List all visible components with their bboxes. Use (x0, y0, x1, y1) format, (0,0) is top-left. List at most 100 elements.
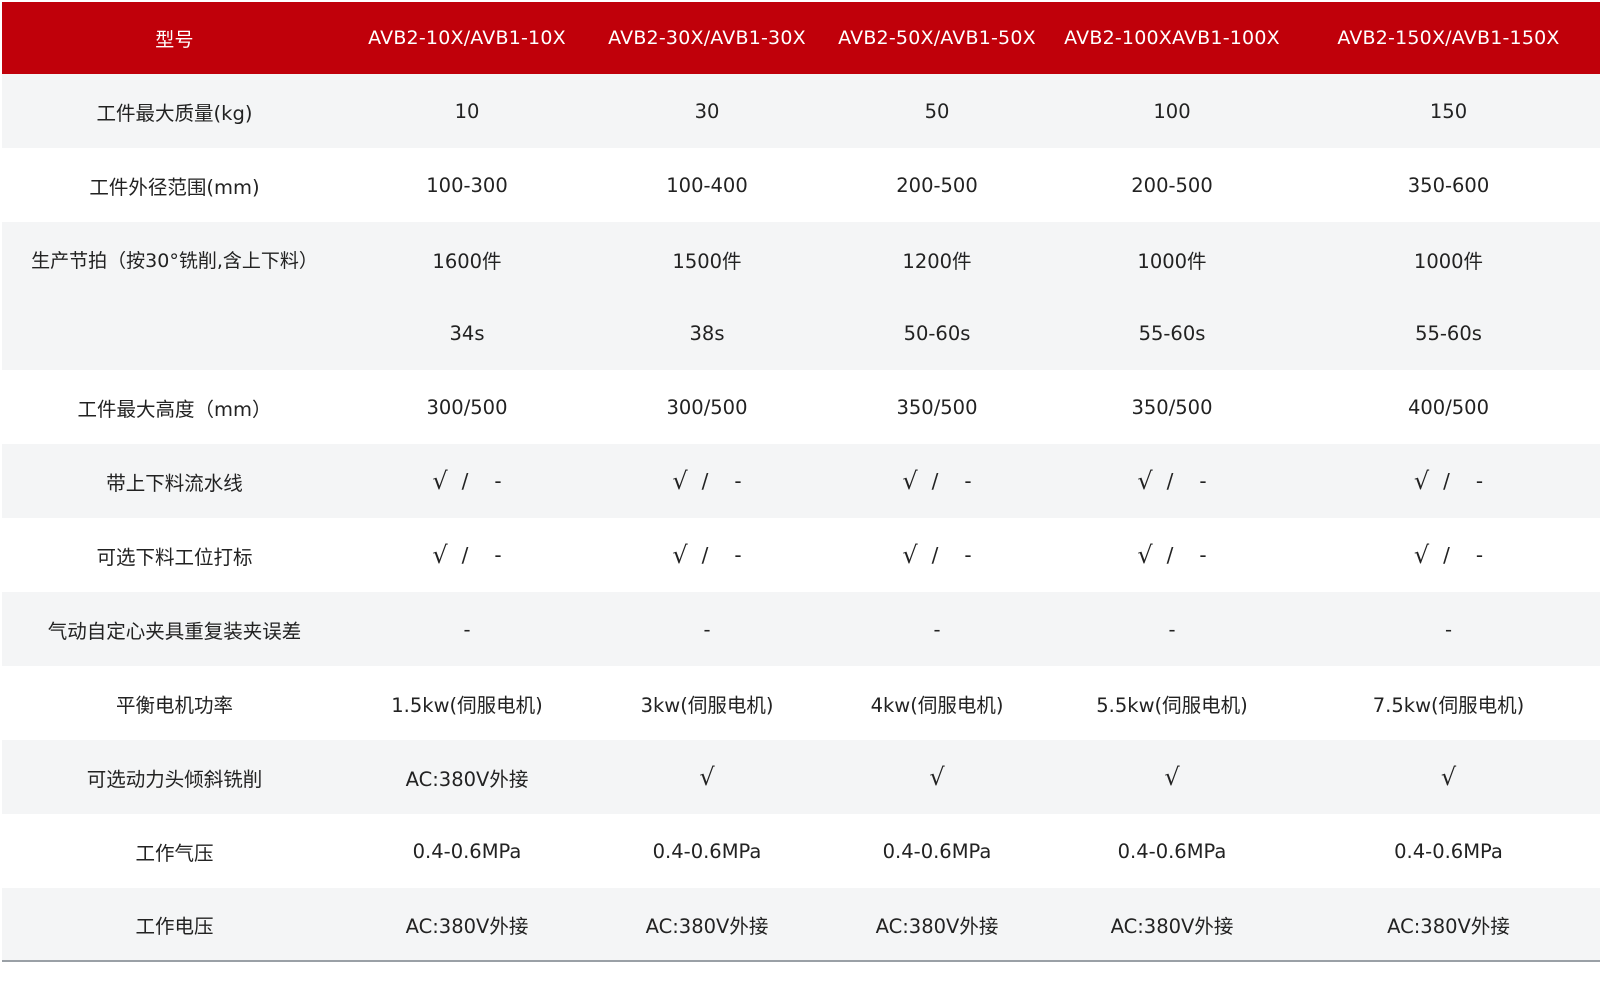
table-row-motor-power: 平衡电机功率 1.5kw(伺服电机) 3kw(伺服电机) 4kw(伺服电机) 5… (2, 666, 1600, 740)
table-cell: 350/500 (896, 395, 978, 419)
check-icon: √ (1413, 541, 1430, 569)
header-cell-avb-150x: AVB2-150X/AVB1-150X (1337, 27, 1560, 49)
dash-icon: - (1199, 543, 1207, 567)
header-cell-avb-100x: AVB2-100XAVB1-100X (1064, 27, 1280, 49)
row-label: 工作气压 (135, 841, 214, 865)
header-cell-avb-50x: AVB2-50X/AVB1-50X (838, 27, 1036, 49)
slash-separator: / (701, 543, 709, 567)
row-label: 生产节拍（按30°铣削,含上下料） (31, 249, 318, 272)
table-cell: 1.5kw(伺服电机) (391, 693, 543, 717)
slash-separator: / (1166, 543, 1174, 567)
check-icon: √ (929, 763, 945, 791)
table-cell: 300/500 (426, 395, 508, 419)
table-cell: 150 (1429, 99, 1468, 123)
row-label-stack: 生产节拍（按30°铣削,含上下料） (2, 222, 347, 370)
table-cell: 50 (924, 99, 950, 123)
table-cell: √ / - (347, 467, 587, 495)
check-icon: √ (699, 763, 715, 791)
table-cell: 300/500 (666, 395, 748, 419)
check-icon: √ (1440, 763, 1457, 791)
table-row-voltage: 工作电压 AC:380V外接 AC:380V外接 AC:380V外接 AC:38… (2, 888, 1600, 960)
table-row-air-pressure: 工作气压 0.4-0.6MPa 0.4-0.6MPa 0.4-0.6MPa 0.… (2, 814, 1600, 888)
header-cell-avb-30x: AVB2-30X/AVB1-30X (608, 27, 806, 49)
table-cell-stack: 1600件 34s (347, 222, 587, 370)
check-icon: √ (1137, 467, 1153, 495)
slash-separator: / (1443, 469, 1450, 493)
table-cell: 38s (689, 321, 725, 345)
dash-icon: - (1475, 543, 1484, 567)
table-cell: √ / - (1297, 467, 1600, 495)
dash-icon: - (734, 543, 742, 567)
table-cell: 0.4-0.6MPa (1117, 839, 1227, 863)
table-cell: 100 (1153, 99, 1191, 123)
row-label: 可选下料工位打标 (96, 545, 253, 569)
check-icon: √ (672, 541, 688, 569)
table-cell: - (1168, 617, 1176, 641)
table-cell: 5.5kw(伺服电机) (1096, 693, 1248, 717)
table-row-clamp-error: 气动自定心夹具重复装夹误差 - - - - - (2, 592, 1600, 666)
table-cell: 100-400 (666, 173, 748, 197)
check-icon: √ (432, 467, 448, 495)
check-icon: √ (1413, 467, 1430, 495)
table-cell: AC:380V外接 (875, 914, 999, 938)
table-cell: 7.5kw(伺服电机) (1372, 693, 1525, 717)
table-cell-stack: 1000件 55-60s (1297, 222, 1600, 370)
table-cell: 34s (449, 321, 485, 345)
table-cell: 4kw(伺服电机) (870, 693, 1004, 717)
table-cell: √ / - (1297, 541, 1600, 569)
check-icon: √ (902, 541, 918, 569)
table-row-production-cycle: 生产节拍（按30°铣削,含上下料） 1600件 34s 1500件 38s 12… (2, 222, 1600, 370)
dash-icon: - (964, 469, 972, 493)
header-cell-model: 型号 (155, 28, 194, 51)
slash-separator: / (461, 469, 469, 493)
dash-icon: - (1199, 469, 1207, 493)
table-cell: √ / - (347, 541, 587, 569)
table-cell: 55-60s (1415, 321, 1482, 345)
table-cell: 55-60s (1138, 321, 1206, 345)
table-cell: 0.4-0.6MPa (882, 839, 992, 863)
table-cell: AC:380V外接 (645, 914, 769, 938)
table-row-loading-line: 带上下料流水线 √ / - √ / - √ / - √ / - √ / - (2, 444, 1600, 518)
dash-icon: - (494, 469, 502, 493)
row-label: 工件最大质量(kg) (96, 101, 253, 125)
table-cell: AC:380V外接 (405, 914, 529, 938)
table-cell: - (1444, 617, 1453, 641)
row-label: 带上下料流水线 (106, 471, 243, 495)
table-cell: 10 (454, 99, 480, 123)
row-label: 气动自定心夹具重复装夹误差 (47, 619, 302, 643)
slash-separator: / (931, 469, 939, 493)
table-cell: √ / - (587, 467, 827, 495)
check-icon: √ (672, 467, 688, 495)
table-cell: 1000件 (1413, 249, 1484, 273)
table-cell: 50-60s (903, 321, 971, 345)
table-row-max-height: 工件最大高度（mm） 300/500 300/500 350/500 350/5… (2, 370, 1600, 444)
dash-icon: - (494, 543, 502, 567)
table-cell-stack: 1200件 50-60s (827, 222, 1047, 370)
table-cell: AC:380V外接 (1110, 914, 1234, 938)
row-label: 平衡电机功率 (115, 693, 233, 717)
table-cell: 200-500 (1131, 173, 1213, 197)
table-cell-stack: 1500件 38s (587, 222, 827, 370)
dash-icon: - (964, 543, 972, 567)
row-label-empty (2, 296, 347, 370)
table-cell: 0.4-0.6MPa (412, 839, 522, 863)
table-cell: 350-600 (1407, 173, 1490, 197)
slash-separator: / (1443, 543, 1450, 567)
dash-icon: - (1475, 469, 1484, 493)
table-row-outer-diameter: 工件外径范围(mm) 100-300 100-400 200-500 200-5… (2, 148, 1600, 222)
slash-separator: / (931, 543, 939, 567)
table-cell: 400/500 (1407, 395, 1489, 419)
table-cell: 100-300 (426, 173, 508, 197)
table-cell: 0.4-0.6MPa (1394, 839, 1503, 863)
check-icon: √ (902, 467, 918, 495)
table-cell: 1000件 (1137, 249, 1207, 273)
row-label: 可选动力头倾斜铣削 (86, 767, 263, 791)
table-cell: √ / - (587, 541, 827, 569)
table-cell: 3kw(伺服电机) (640, 693, 774, 717)
row-label: 工作电压 (135, 914, 214, 938)
table-header-row: 型号 AVB2-10X/AVB1-10X AVB2-30X/AVB1-30X A… (2, 2, 1600, 74)
table-cell: √ / - (827, 467, 1047, 495)
slash-separator: / (701, 469, 709, 493)
table-cell: 1200件 (902, 249, 972, 273)
row-label: 工件外径范围(mm) (89, 175, 260, 199)
